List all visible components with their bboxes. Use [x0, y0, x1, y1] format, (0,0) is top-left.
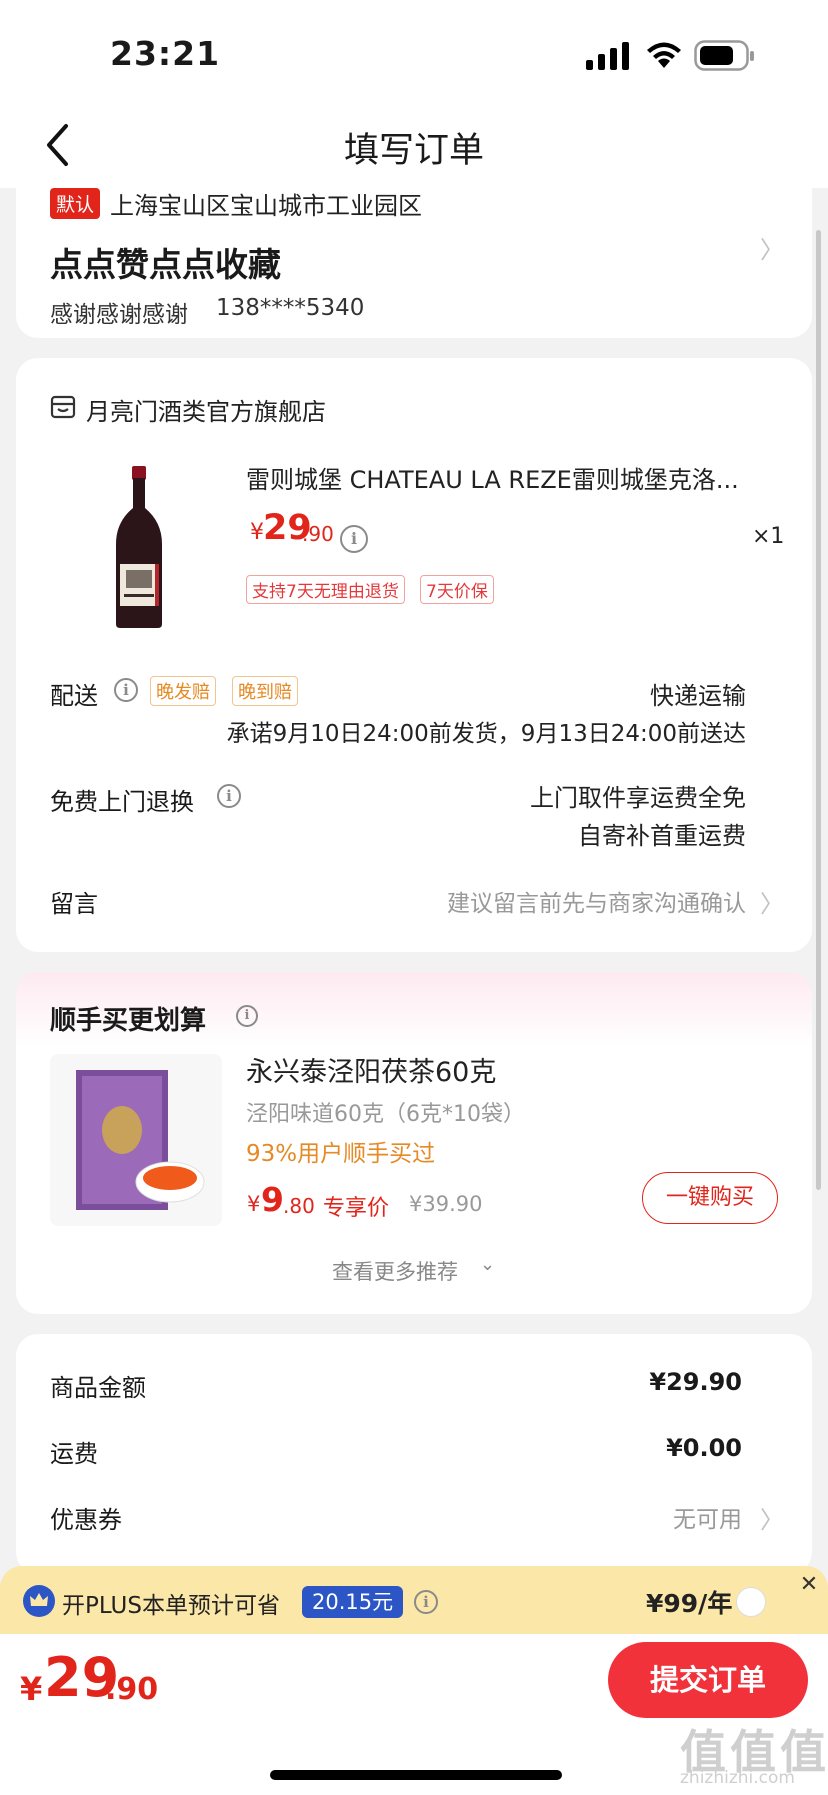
plus-radio[interactable]	[736, 1587, 766, 1617]
message-chevron-icon: 〉	[760, 890, 784, 918]
shop-card	[16, 358, 812, 952]
plus-saving-badge: 20.15元	[302, 1586, 404, 1618]
addon-price-int: 9	[261, 1180, 284, 1219]
late-ship-tag: 晚发赔	[150, 676, 216, 706]
wine-bottle-image[interactable]	[104, 464, 174, 630]
addon-spec: 泾阳味道60克（6克*10袋）	[246, 1102, 525, 1127]
delivery-info-icon[interactable]: i	[114, 678, 138, 702]
page-title: 填写订单	[343, 131, 484, 171]
product-quantity: ×1	[752, 524, 785, 549]
quick-buy-button[interactable]: 一键购买	[642, 1172, 778, 1224]
plus-price: ¥99/年	[646, 1589, 733, 1618]
product-currency: ¥	[250, 520, 264, 545]
battery-icon	[694, 40, 754, 71]
address-detail: 点点赞点点收藏	[50, 245, 281, 284]
total-dec: .90	[105, 1672, 159, 1707]
plus-text: 开PLUS本单预计可省	[62, 1593, 280, 1619]
return-line2: 自寄补首重运费	[578, 822, 746, 850]
submit-order-button[interactable]: 提交订单	[608, 1642, 808, 1718]
goods-amount-label: 商品金额	[50, 1374, 146, 1402]
close-icon[interactable]: ✕	[794, 1570, 824, 1600]
tea-box-icon	[76, 1070, 205, 1210]
product-tag: 7天价保	[420, 575, 494, 604]
chevron-down-icon: ⌄	[480, 1254, 496, 1275]
more-recommend-link[interactable]: 查看更多推荐	[332, 1256, 458, 1286]
address-region: 上海宝山区宝山城市工业园区	[110, 192, 422, 220]
coupon-chevron-icon: 〉	[760, 1506, 784, 1534]
shop-icon	[50, 395, 76, 419]
addon-currency: ¥	[247, 1192, 261, 1216]
total-currency: ¥	[20, 1670, 43, 1708]
goods-amount-value: ¥29.90	[649, 1368, 742, 1396]
coupon-label: 优惠券	[50, 1506, 122, 1534]
addon-title: 顺手买更划算	[50, 1006, 207, 1036]
wifi-icon	[647, 42, 681, 68]
delivery-method[interactable]: 快递运输	[560, 676, 746, 711]
watermark-url: zhizhizhi.com	[680, 1768, 795, 1788]
addon-info-icon[interactable]: i	[236, 1005, 258, 1027]
default-badge: 默认	[50, 188, 101, 219]
delivery-promise: 承诺9月10日24:00前发货，9月13日24:00前送达	[226, 721, 746, 747]
product-price-dec: .90	[302, 522, 334, 546]
late-arrival-tag: 晚到赔	[232, 676, 298, 706]
addon-price-dec: .80	[283, 1194, 315, 1218]
return-line1: 上门取件享运费全免	[530, 784, 746, 812]
shop-name[interactable]: 月亮门酒类官方旗舰店	[86, 392, 326, 427]
message-input[interactable]: 建议留言前先与商家沟通确认	[380, 884, 746, 918]
receiver-phone: 138****5340	[216, 295, 365, 321]
shipping-label: 运费	[50, 1440, 98, 1468]
return-label: 免费上门退换	[50, 788, 194, 816]
scrollbar[interactable]	[816, 230, 821, 1190]
status-time: 23:21	[110, 34, 221, 73]
coupon-value[interactable]: 无可用	[560, 1500, 742, 1534]
product-title[interactable]: 雷则城堡 CHATEAU LA REZE雷则城堡克洛...	[246, 460, 766, 495]
return-info-icon[interactable]: i	[217, 784, 241, 808]
plus-info-icon[interactable]: i	[414, 1590, 438, 1614]
message-label: 留言	[50, 890, 98, 918]
receiver-name: 感谢感谢感谢	[50, 302, 188, 328]
signal-icon	[586, 42, 629, 70]
tea-product-image[interactable]	[50, 1054, 222, 1226]
shipping-value: ¥0.00	[666, 1434, 742, 1462]
addon-name[interactable]: 永兴泰泾阳茯茶60克	[246, 1050, 496, 1089]
crown-icon	[23, 1585, 55, 1617]
price-info-icon[interactable]: i	[340, 525, 368, 553]
home-indicator	[270, 1770, 562, 1780]
addon-price-label: 专享价	[323, 1196, 390, 1221]
delivery-label: 配送	[50, 682, 98, 710]
product-tag: 支持7天无理由退货	[246, 575, 405, 604]
addon-orig-price: ¥39.90	[409, 1192, 483, 1216]
addon-social-proof: 93%用户顺手买过	[246, 1141, 436, 1167]
address-chevron-icon: 〉	[760, 236, 784, 264]
